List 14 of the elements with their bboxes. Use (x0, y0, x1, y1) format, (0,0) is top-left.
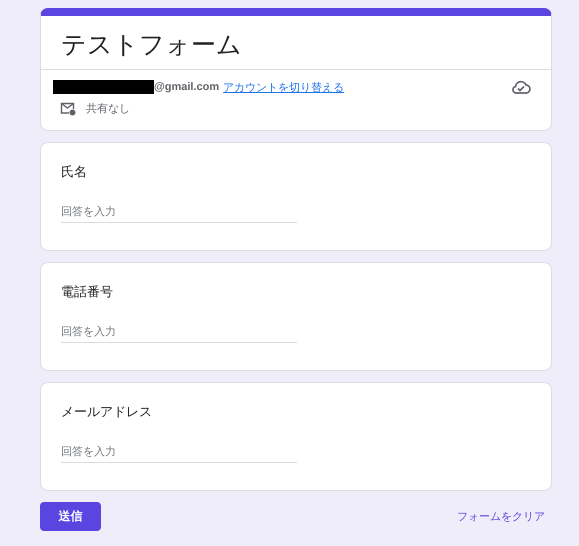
question-label: 氏名 (61, 164, 88, 181)
question-label: メールアドレス (61, 404, 153, 421)
sharing-status: 共有なし (86, 101, 130, 116)
submit-button[interactable]: 送信 (40, 502, 101, 531)
question-label: 電話番号 (61, 284, 114, 301)
answer-field[interactable]: 回答を入力 (61, 205, 297, 223)
form-title: テストフォーム (41, 16, 551, 70)
clear-form-link[interactable]: フォームをクリア (457, 509, 545, 524)
answer-field[interactable]: 回答を入力 (61, 445, 297, 463)
answer-field[interactable]: 回答を入力 (61, 325, 297, 343)
mail-icon (60, 102, 76, 116)
cloud-check-icon (511, 79, 531, 95)
switch-account-link[interactable]: アカウントを切り替える (223, 80, 344, 94)
account-email: @gmail.com (154, 81, 220, 93)
